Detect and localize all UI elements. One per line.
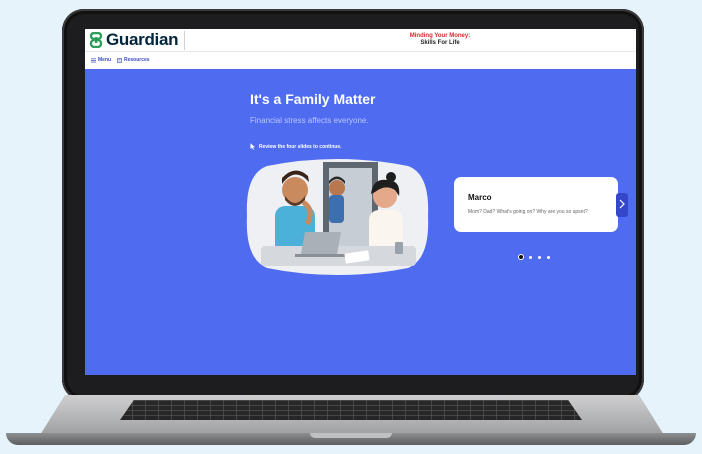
slide-instruction: Review the four slides to continue. [250, 143, 342, 150]
header-divider [184, 31, 185, 50]
slide-pagination [519, 255, 556, 259]
chevron-right-icon [619, 196, 625, 214]
course-title: Minding Your Money: Skills For Life [385, 33, 495, 47]
menu-button[interactable]: Menu [91, 57, 111, 63]
pagination-dot-2[interactable] [529, 255, 532, 259]
next-slide-button[interactable] [616, 193, 628, 217]
resources-label: Resources [124, 57, 150, 63]
menu-icon [91, 58, 96, 63]
pagination-dot-3[interactable] [538, 255, 541, 259]
course-title-line2: Skills For Life [420, 40, 460, 46]
cursor-icon [250, 143, 256, 150]
course-title-line1: Minding Your Money: [409, 33, 471, 39]
family-illustration [245, 154, 430, 279]
dialogue-card: Marco Mom? Dad? What's going on? Why are… [454, 177, 618, 232]
slide-subtitle: Financial stress affects everyone. [250, 116, 369, 125]
guardian-logo[interactable]: Guardian [89, 30, 179, 49]
resources-button[interactable]: Resources [117, 57, 150, 63]
guardian-logo-icon [89, 32, 103, 48]
nav-bar: Menu Resources [85, 52, 636, 69]
card-speaker: Marco [468, 193, 492, 202]
laptop-keyboard-rows [120, 400, 582, 420]
app-header: Guardian Minding Your Money: Skills For … [85, 29, 636, 52]
instruction-text: Review the four slides to continue. [259, 143, 342, 150]
pagination-dot-4[interactable] [547, 255, 550, 259]
card-text: Mom? Dad? What's going on? Why are you s… [468, 209, 588, 215]
slide-title: It's a Family Matter [250, 91, 376, 107]
brand-name: Guardian [106, 30, 179, 49]
resources-icon [117, 57, 122, 63]
menu-label: Menu [98, 57, 112, 63]
laptop-notch [310, 433, 392, 438]
screen: Guardian Minding Your Money: Skills For … [85, 29, 636, 375]
pagination-dot-1[interactable] [519, 255, 523, 259]
